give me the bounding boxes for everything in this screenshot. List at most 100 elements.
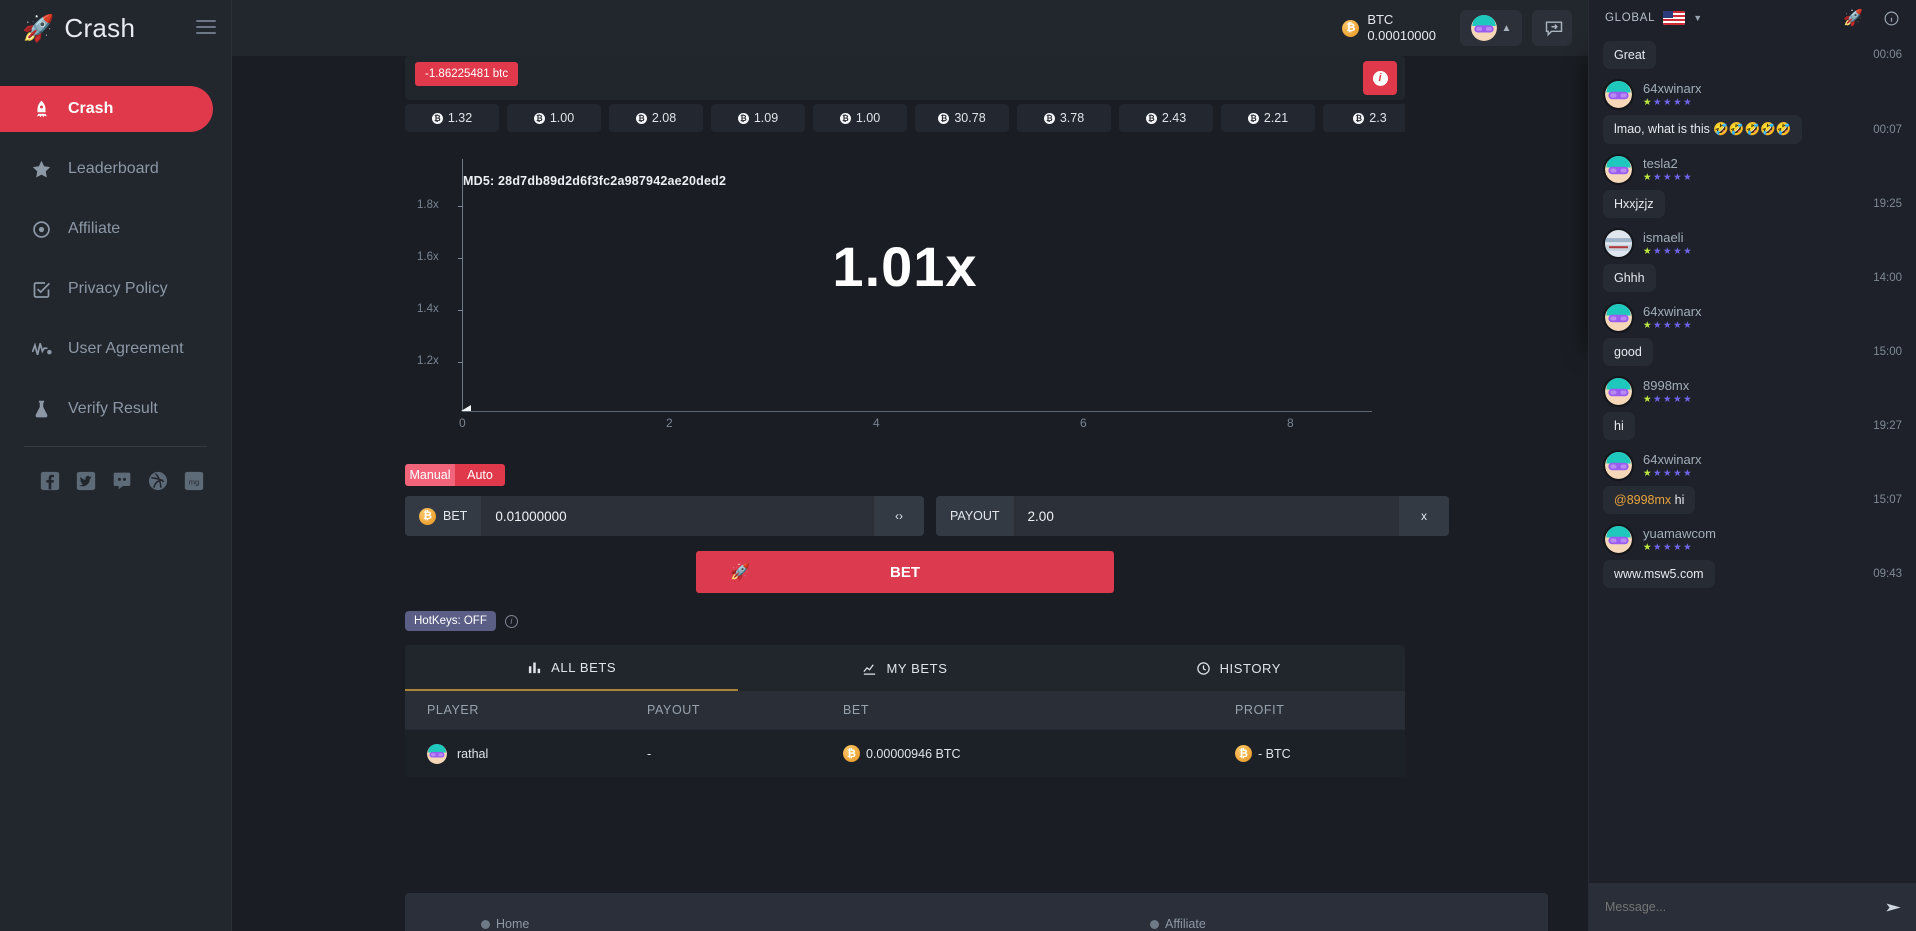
message-username[interactable]: ismaeli bbox=[1643, 230, 1693, 246]
message-mention[interactable]: @8998mx bbox=[1614, 493, 1671, 507]
sidebar-item-privacy-policy[interactable]: Privacy Policy bbox=[0, 266, 213, 312]
avatar[interactable] bbox=[1603, 154, 1634, 185]
column-header-profit: PROFIT bbox=[1235, 703, 1405, 717]
multiplier-chip[interactable]: ₿2.3 bbox=[1323, 104, 1405, 132]
multiplier-chip[interactable]: ₿1.09 bbox=[711, 104, 805, 132]
bets-table-header: PLAYER PAYOUT BET PROFIT bbox=[405, 691, 1405, 729]
payout-clear-button[interactable]: x bbox=[1399, 496, 1449, 536]
multiplier-chip[interactable]: ₿ 2.08 bbox=[609, 104, 703, 132]
game-info-button[interactable]: i bbox=[1363, 61, 1397, 95]
payout-field[interactable]: PAYOUT x bbox=[936, 496, 1449, 536]
footer-link-home[interactable]: Home bbox=[481, 917, 529, 931]
facebook-icon[interactable] bbox=[40, 471, 60, 491]
sidebar-item-leaderboard[interactable]: Leaderboard bbox=[0, 146, 213, 192]
sidebar-item-label: User Agreement bbox=[68, 340, 184, 358]
user-rating-stars: ★★★★★ bbox=[1643, 468, 1702, 479]
message-time: 19:27 bbox=[1865, 420, 1902, 432]
user-menu-button[interactable]: ▲ bbox=[1460, 10, 1522, 46]
multiplier-value: 1.00 bbox=[856, 111, 880, 125]
twitter-icon[interactable] bbox=[76, 471, 96, 491]
message-username[interactable]: 64xwinarx bbox=[1643, 304, 1702, 320]
footer-link-affiliate[interactable]: Affiliate bbox=[1150, 917, 1206, 931]
user-rating-stars: ★★★★★ bbox=[1643, 320, 1702, 331]
tab-history[interactable]: HISTORY bbox=[1072, 645, 1405, 691]
avatar[interactable] bbox=[1603, 79, 1634, 110]
info-icon[interactable] bbox=[1883, 10, 1900, 27]
message-time: 00:06 bbox=[1865, 49, 1902, 61]
mg-icon[interactable]: mg bbox=[184, 471, 204, 491]
multiplier-chip[interactable]: ₿1.32 bbox=[405, 104, 499, 132]
chart-xtick: 0 bbox=[459, 416, 466, 430]
user-rating-stars: ★★★★★ bbox=[1643, 172, 1693, 183]
hotkeys-toggle[interactable]: HotKeys: OFF bbox=[405, 611, 496, 631]
us-flag-icon[interactable] bbox=[1663, 11, 1685, 25]
chat-scope-label: GLOBAL bbox=[1605, 12, 1655, 24]
tab-my-bets[interactable]: MY BETS bbox=[738, 645, 1071, 691]
info-icon[interactable]: i bbox=[505, 615, 518, 628]
md5-hash: MD5: 28d7db89d2d6f3fc2a987942ae20ded2 bbox=[463, 174, 726, 188]
discord-icon[interactable] bbox=[112, 471, 132, 491]
tab-manual[interactable]: Manual bbox=[405, 464, 455, 486]
avatar[interactable] bbox=[1603, 376, 1634, 407]
rocket-icon[interactable]: 🚀 bbox=[1843, 8, 1863, 28]
chart-ytick: 1.8x bbox=[417, 199, 439, 211]
chat-message: ismaeli ★★★★★ Ghhh 14:00 bbox=[1603, 228, 1902, 292]
chat-message-input[interactable] bbox=[1589, 900, 1870, 914]
chat-message: 64xwinarx ★★★★★ lmao, what is this 🤣🤣🤣🤣🤣… bbox=[1603, 79, 1902, 144]
balance-display[interactable]: ₿ BTC 0.00010000 bbox=[1342, 12, 1436, 45]
message-username[interactable]: 64xwinarx bbox=[1643, 452, 1702, 468]
user-rating-stars: ★★★★★ bbox=[1643, 394, 1693, 405]
history-bar: -1.86225481 btc i bbox=[405, 56, 1405, 100]
chevron-down-icon[interactable]: ▼ bbox=[1693, 13, 1702, 23]
multiplier-chip[interactable]: ₿2.43 bbox=[1119, 104, 1213, 132]
bet-button[interactable]: 🚀 BET bbox=[696, 551, 1114, 593]
message-text: hi bbox=[1603, 412, 1635, 440]
message-username[interactable]: tesla2 bbox=[1643, 156, 1693, 172]
hamburger-menu-icon[interactable] bbox=[196, 20, 216, 38]
multiplier-value: 2.08 bbox=[652, 111, 676, 125]
sidebar-item-verify-result[interactable]: Verify Result bbox=[0, 386, 213, 432]
sidebar-item-user-agreement[interactable]: User Agreement bbox=[0, 326, 213, 372]
multiplier-chip[interactable]: ₿3.78 bbox=[1017, 104, 1111, 132]
chat-message: 64xwinarx ★★★★★ @8998mx hi 15:07 bbox=[1603, 450, 1902, 514]
hotkeys-row: HotKeys: OFF i bbox=[405, 611, 1405, 631]
message-username[interactable]: 64xwinarx bbox=[1643, 81, 1702, 97]
multiplier-value: 1.09 bbox=[754, 111, 778, 125]
chat-toggle-button[interactable] bbox=[1536, 10, 1572, 46]
sidebar-item-affiliate[interactable]: Affiliate bbox=[0, 206, 213, 252]
multiplier-value: 30.78 bbox=[954, 111, 985, 125]
avatar[interactable] bbox=[1603, 302, 1634, 333]
dribbble-icon[interactable] bbox=[148, 471, 168, 491]
avatar[interactable] bbox=[1603, 524, 1634, 555]
chat-message: 8998mx ★★★★★ hi 19:27 bbox=[1603, 376, 1902, 440]
bet-input[interactable] bbox=[481, 496, 874, 536]
tab-all-bets[interactable]: ALL BETS bbox=[405, 645, 738, 691]
message-body: hi bbox=[1675, 493, 1685, 507]
chat-messages[interactable]: Great 00:06 64xwinarx ★★★★★ lmao, what i… bbox=[1589, 36, 1916, 883]
table-row[interactable]: rathal - ₿ 0.00000946 BTC ₿ - BTC bbox=[405, 729, 1405, 777]
message-text: lmao, what is this 🤣🤣🤣🤣🤣 bbox=[1603, 115, 1802, 144]
multiplier-chip[interactable]: ₿30.78 bbox=[915, 104, 1009, 132]
chart-ytick: 1.6x bbox=[417, 251, 439, 263]
payout-input[interactable] bbox=[1014, 496, 1399, 536]
bet-amount-field[interactable]: ₿ BET ‹› bbox=[405, 496, 924, 536]
multiplier-chip[interactable]: ₿1.00 bbox=[813, 104, 907, 132]
multiplier-chip[interactable]: ₿1.00 bbox=[507, 104, 601, 132]
balance-amount: 0.00010000 bbox=[1367, 28, 1436, 44]
cell-bet: ₿ 0.00000946 BTC bbox=[843, 745, 1235, 762]
message-username[interactable]: yuamawcom bbox=[1643, 526, 1716, 542]
sidebar-item-label: Verify Result bbox=[68, 400, 158, 418]
send-button[interactable] bbox=[1870, 883, 1916, 931]
bitcoin-icon: ₿ bbox=[636, 113, 647, 124]
column-header-payout: PAYOUT bbox=[647, 703, 843, 717]
user-rating-stars: ★★★★★ bbox=[1643, 542, 1716, 553]
avatar[interactable] bbox=[1603, 228, 1634, 259]
sidebar-item-crash[interactable]: Crash bbox=[0, 86, 213, 132]
bet-swap-button[interactable]: ‹› bbox=[874, 496, 924, 536]
multiplier-chip[interactable]: ₿2.21 bbox=[1221, 104, 1315, 132]
message-username[interactable]: 8998mx bbox=[1643, 378, 1693, 394]
tab-auto[interactable]: Auto bbox=[455, 464, 505, 486]
avatar[interactable] bbox=[1603, 450, 1634, 481]
bitcoin-icon: ₿ bbox=[1353, 113, 1364, 124]
topbar: ₿ BTC 0.00010000 ▲ bbox=[232, 0, 1588, 56]
